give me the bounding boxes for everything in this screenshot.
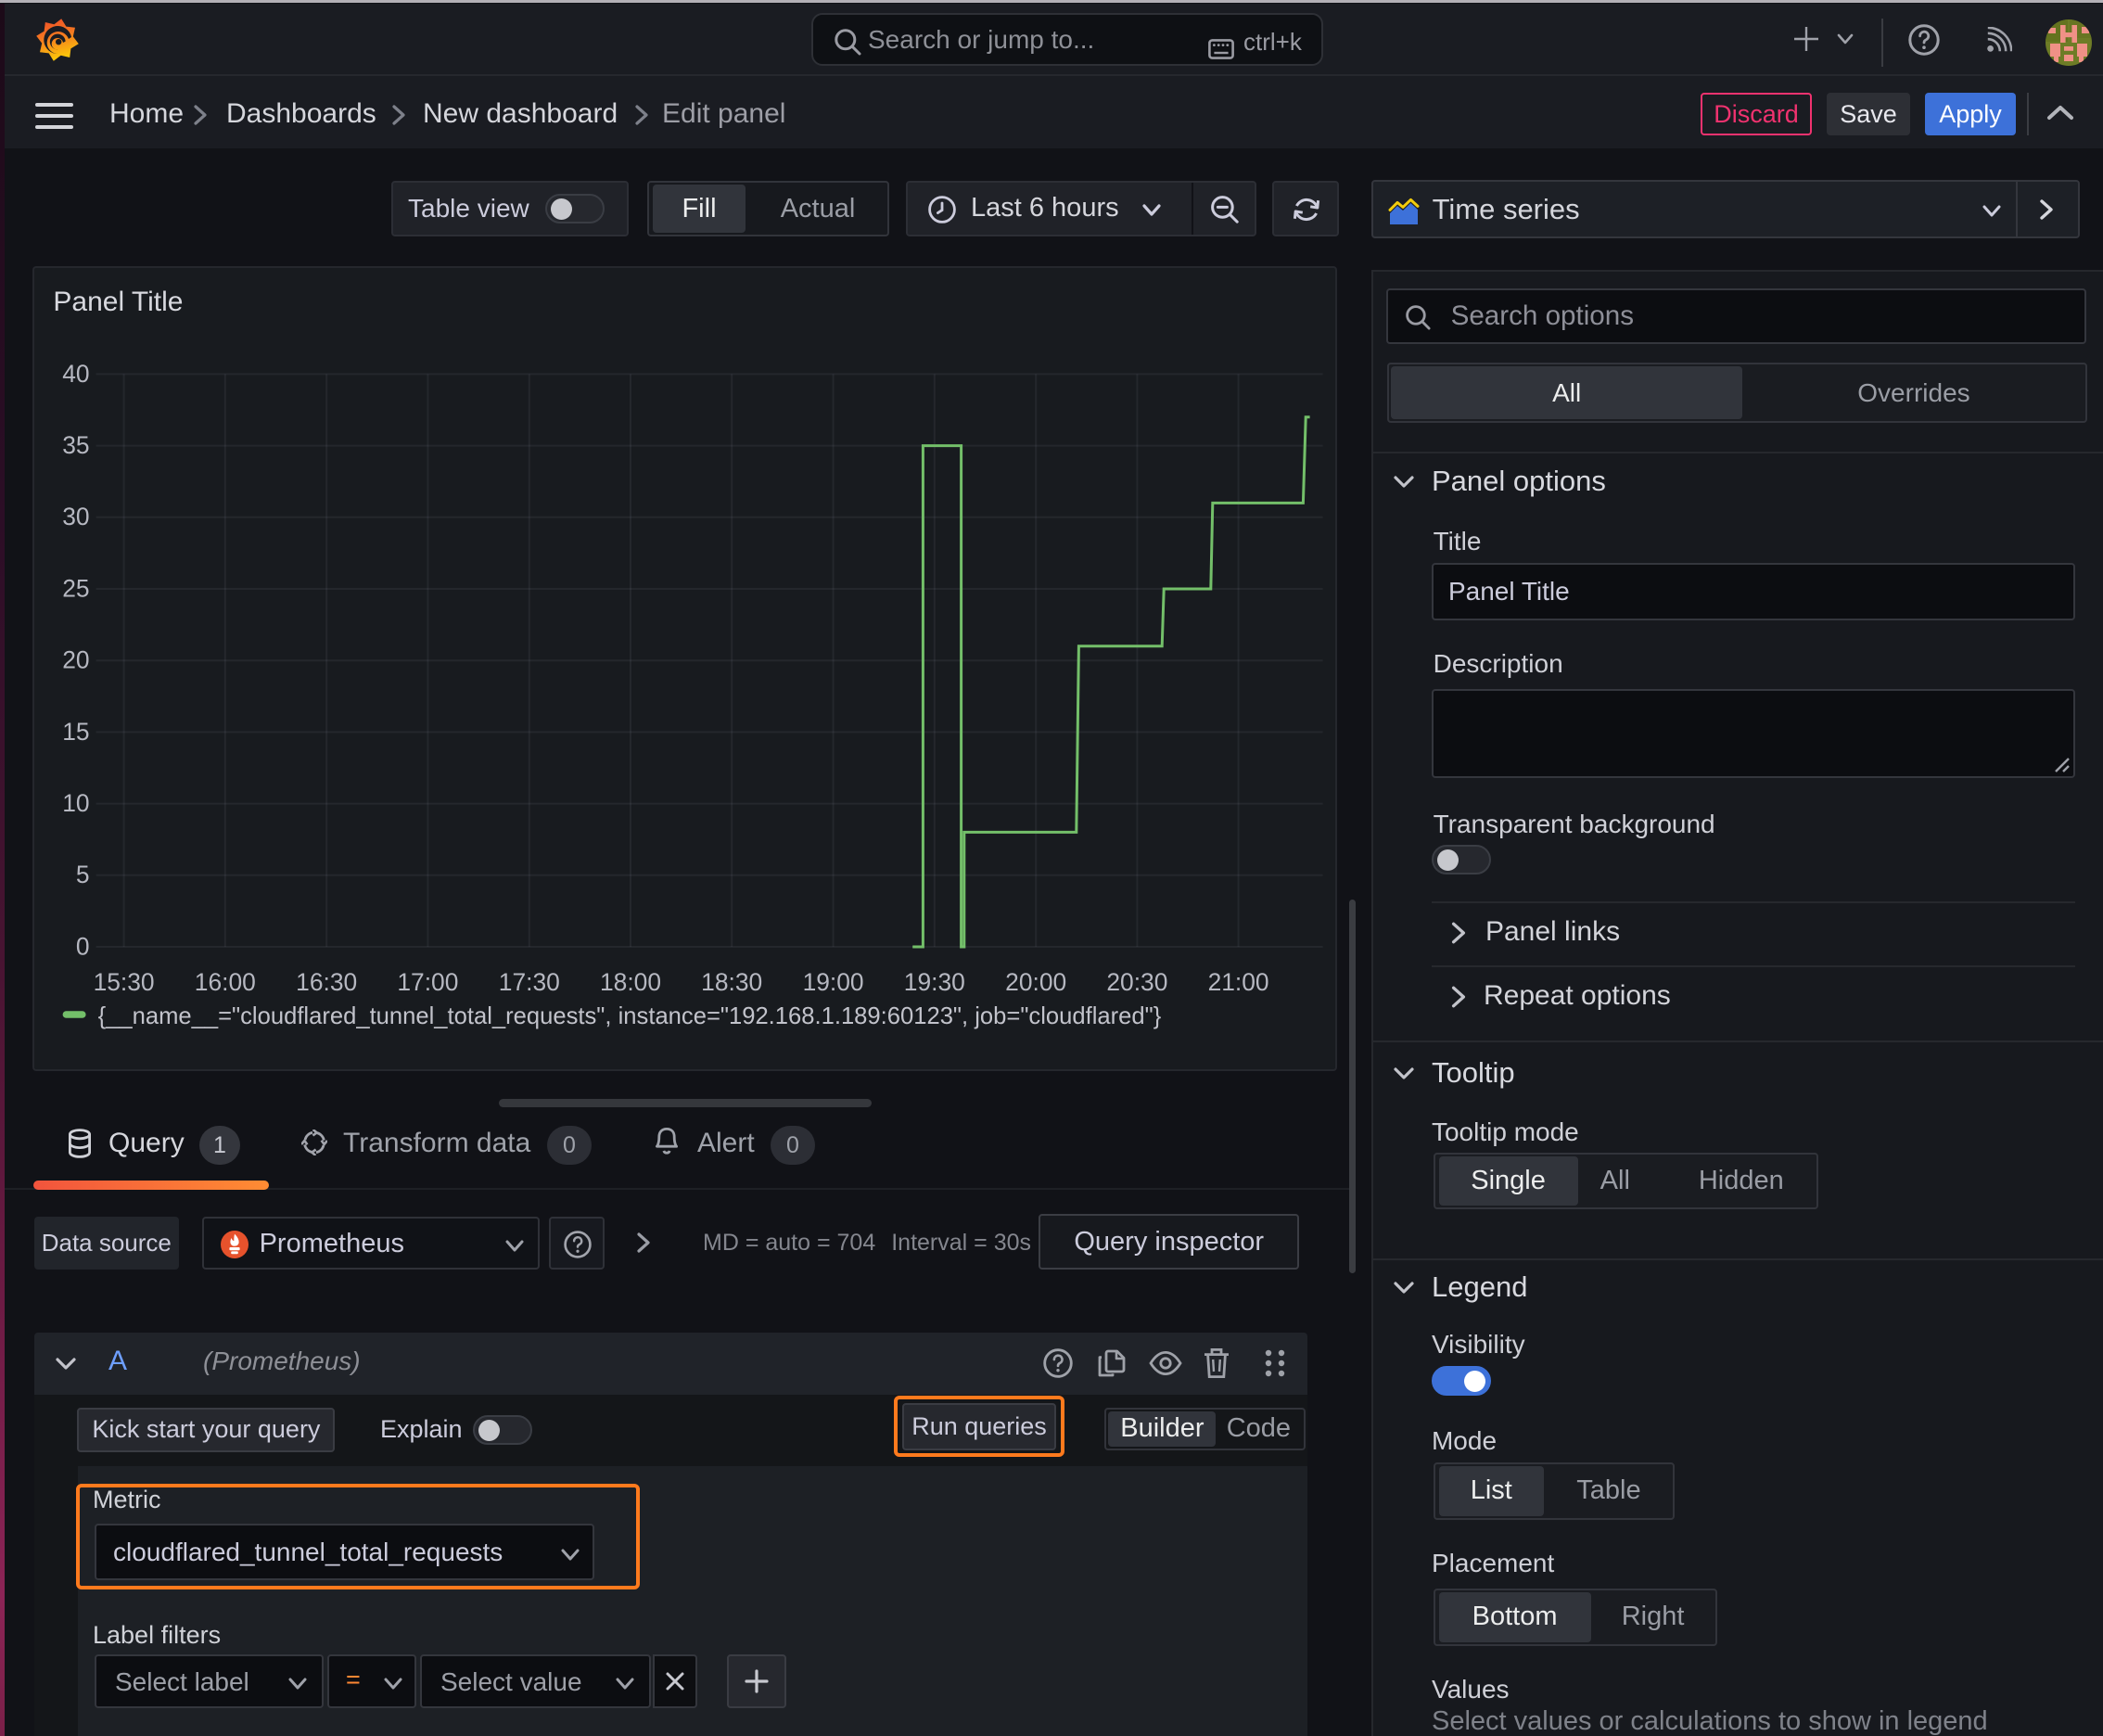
svg-text:17:00: 17:00 [398,968,459,996]
svg-text:{__name__="cloudflared_tunnel_: {__name__="cloudflared_tunnel_total_requ… [98,1003,1162,1029]
svg-text:40: 40 [63,360,90,388]
svg-text:16:30: 16:30 [297,968,358,996]
svg-text:5: 5 [76,861,90,888]
svg-text:20:00: 20:00 [1006,968,1067,996]
svg-text:10: 10 [63,789,90,817]
svg-text:18:00: 18:00 [600,968,661,996]
svg-text:15:30: 15:30 [94,968,155,996]
svg-text:18:30: 18:30 [702,968,763,996]
svg-text:25: 25 [63,574,90,602]
svg-text:17:30: 17:30 [499,968,560,996]
svg-text:0: 0 [76,932,90,960]
svg-text:16:00: 16:00 [195,968,256,996]
svg-text:35: 35 [63,431,90,459]
svg-text:19:00: 19:00 [803,968,864,996]
svg-text:20: 20 [63,646,90,674]
svg-text:21:00: 21:00 [1208,968,1269,996]
svg-text:30: 30 [63,503,90,530]
svg-text:19:30: 19:30 [904,968,965,996]
svg-text:20:30: 20:30 [1107,968,1168,996]
svg-text:15: 15 [63,718,90,746]
